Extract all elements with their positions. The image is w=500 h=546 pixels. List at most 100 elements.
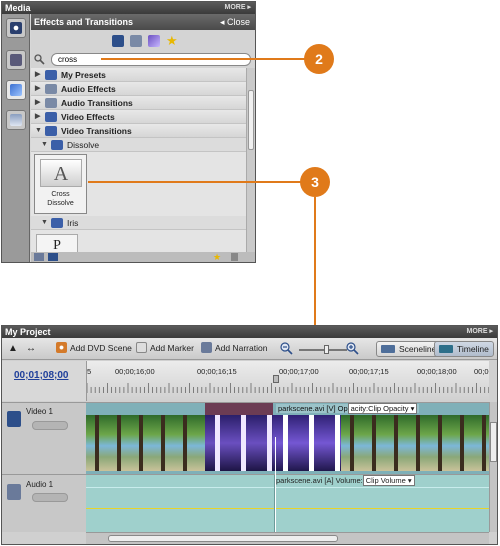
effects-button[interactable] (6, 80, 26, 100)
clip-property-dropdown[interactable]: Clip Volume ▾ (362, 475, 415, 486)
add-dvd-scene-button[interactable]: Add DVD Scene (56, 342, 132, 355)
expand-arrow-icon[interactable]: ▶ (35, 82, 40, 96)
subcategory-iris[interactable]: ▼ Iris (31, 216, 246, 230)
sceneline-toggle[interactable]: Sceneline (376, 341, 442, 357)
video-icon (51, 218, 63, 228)
video-track-header: Video 1 (2, 402, 86, 474)
callout-line-3 (88, 181, 304, 183)
audio-track-header: Audio 1 (2, 474, 86, 532)
playhead-handle[interactable] (273, 375, 279, 383)
clip-frame[interactable] (341, 415, 489, 471)
add-narration-label: Add Narration (215, 343, 268, 353)
timeline-icon (439, 345, 453, 353)
effects-scrollbar[interactable] (246, 68, 255, 252)
audio-filter-icon[interactable] (130, 35, 142, 47)
close-icon: ◂ (219, 17, 227, 27)
add-narration-button[interactable]: Add Narration (201, 342, 267, 355)
dissolve-tiles: A Cross Dissolve (31, 152, 246, 216)
video-keyframe-controls[interactable] (32, 421, 68, 430)
add-marker-button[interactable]: Add Marker (136, 342, 194, 355)
trash-icon[interactable] (231, 253, 238, 261)
scroll-thumb[interactable] (490, 422, 497, 462)
expand-arrow-icon[interactable]: ▶ (35, 96, 40, 110)
view-filter-bar: ★ (31, 30, 255, 52)
caption-line: Dissolve (47, 200, 74, 207)
timecode-area: 00;01;08;00 (2, 361, 86, 401)
selection-tool-icon[interactable]: ▲ (6, 342, 20, 355)
project-panel: My Project MORE ▸ ▲ ↔ Add DVD Scene Add … (1, 325, 498, 545)
video-filter-icon[interactable] (112, 35, 124, 47)
category-my-presets[interactable]: ▶ My Presets (31, 68, 246, 82)
category-audio-transitions[interactable]: ▶ Audio Transitions (31, 96, 246, 110)
audio-divider (86, 487, 489, 488)
zoom-out-icon[interactable] (280, 342, 293, 355)
subcategory-label: Dissolve (67, 140, 100, 150)
audio-track[interactable]: parkscene.avi [A] Volume: Clip Volume ▾ (86, 474, 489, 532)
expand-arrow-icon[interactable]: ▶ (35, 110, 40, 124)
time-stretch-tool-icon[interactable]: ↔ (24, 342, 38, 355)
close-label: Close (226, 17, 250, 27)
cross-dissolve-transition[interactable] (205, 403, 273, 415)
ruler-ticks (87, 383, 489, 393)
add-dvd-scene-label: Add DVD Scene (70, 343, 132, 353)
film-strip-icon (10, 54, 22, 66)
timeline-vertical-scrollbar[interactable] (489, 402, 497, 532)
timeline-horizontal-scrollbar[interactable] (86, 532, 489, 544)
ruler-label: 00;00;17;15 (349, 367, 389, 376)
timeline-toggle[interactable]: Timeline (434, 341, 494, 357)
ruler-label: 5 (87, 367, 92, 376)
favorite-star-icon[interactable]: ★ (213, 252, 221, 262)
thumbnail-view-icon[interactable] (48, 253, 58, 261)
expand-arrow-icon[interactable]: ▶ (35, 68, 40, 82)
ruler-label: 00;00;17;00 (279, 367, 319, 376)
speaker-icon (45, 98, 57, 108)
ruler-label: 00;00;18;00 (417, 367, 457, 376)
playhead-line[interactable] (275, 437, 276, 532)
clip-frame[interactable] (273, 415, 341, 471)
subcategory-dissolve[interactable]: ▼ Dissolve (31, 138, 246, 152)
search-row (31, 52, 255, 68)
time-ruler[interactable]: 5 00;00;16;00 00;00;16;15 00;00;17;00 00… (86, 361, 489, 401)
video-track[interactable]: parkscene.avi [V] Op acity:Clip Opacity ▾ (86, 402, 489, 474)
get-media-button[interactable] (6, 18, 26, 38)
project-more-button[interactable]: MORE ▸ (467, 326, 493, 338)
transition-filter-icon[interactable] (148, 35, 160, 47)
video-clip-name: parkscene.avi [V] Op (278, 404, 348, 413)
zoom-slider[interactable] (299, 349, 347, 351)
cross-dissolve-tile[interactable]: A Cross Dissolve (34, 154, 87, 214)
category-audio-effects[interactable]: ▶ Audio Effects (31, 82, 246, 96)
clip-frame[interactable] (86, 415, 205, 471)
organize-button[interactable] (6, 50, 26, 70)
marker-icon (136, 342, 147, 353)
titles-button[interactable] (6, 110, 26, 130)
video-icon (45, 112, 57, 122)
list-view-icon[interactable] (34, 253, 44, 261)
scroll-thumb[interactable] (108, 535, 338, 542)
video-icon (45, 126, 57, 136)
scroll-thumb[interactable] (248, 90, 254, 150)
current-timecode[interactable]: 00;01;08;00 (14, 370, 68, 381)
collapse-arrow-icon[interactable]: ▼ (41, 216, 48, 230)
close-button[interactable]: ◂ Close (220, 14, 250, 30)
collapse-arrow-icon[interactable]: ▼ (41, 138, 48, 152)
project-title: My Project (5, 327, 51, 337)
favorites-star-icon[interactable]: ★ (166, 34, 178, 47)
media-more-button[interactable]: MORE ▸ (225, 2, 251, 14)
ruler-label: 00;00;16;15 (197, 367, 237, 376)
zoom-in-icon[interactable] (346, 342, 359, 355)
volume-line[interactable] (86, 508, 489, 509)
cross-dissolve-thumbnail: A (40, 159, 82, 187)
speaker-icon (7, 484, 21, 500)
category-video-transitions[interactable]: ▼ Video Transitions (31, 124, 246, 138)
caption-line: Cross (51, 191, 70, 198)
transition-frame[interactable] (205, 415, 273, 471)
zoom-slider-knob[interactable] (324, 345, 329, 354)
microphone-icon (201, 342, 212, 353)
collapse-arrow-icon[interactable]: ▼ (35, 124, 42, 138)
audio-track-name: Audio 1 (26, 480, 54, 489)
audio-keyframe-controls[interactable] (32, 493, 68, 502)
clip-property-dropdown[interactable]: acity:Clip Opacity ▾ (347, 403, 418, 414)
iris-tile[interactable]: P (36, 234, 78, 252)
effects-title: Effects and Transitions (34, 17, 134, 27)
category-video-effects[interactable]: ▶ Video Effects (31, 110, 246, 124)
